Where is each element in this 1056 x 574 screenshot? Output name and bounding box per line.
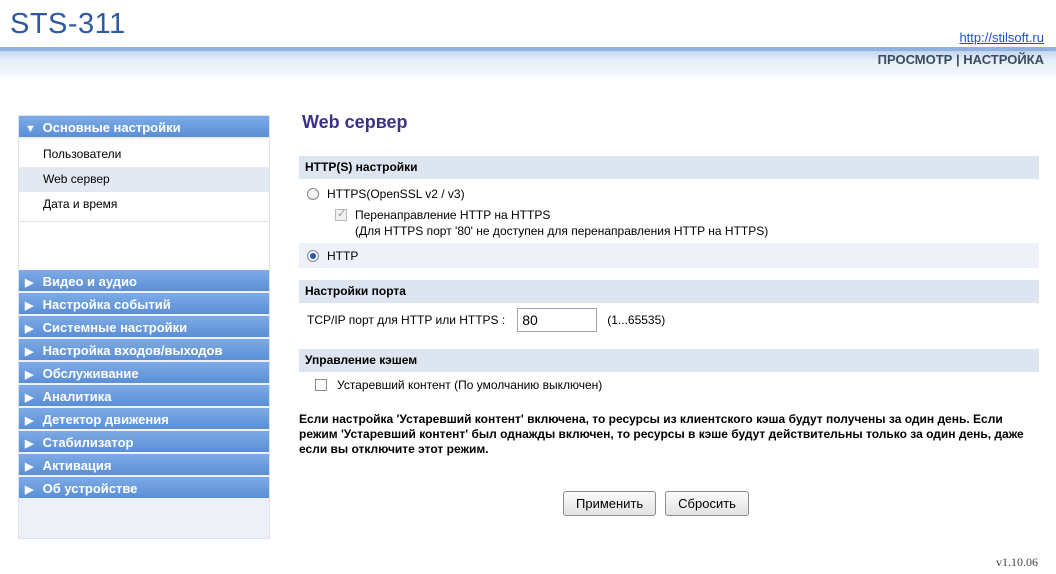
site-link[interactable]: http://stilsoft.ru: [959, 30, 1044, 45]
sidebar-section-label: Аналитика: [42, 389, 112, 404]
redirect-label: Перенаправление HTTP на HTTPS: [355, 208, 551, 222]
triangle-right-icon: ▶: [25, 415, 34, 427]
stale-content-label: Устаревший контент (По умолчанию выключе…: [337, 378, 603, 392]
stale-content-row: Устаревший контент (По умолчанию выключе…: [299, 372, 1039, 398]
sidebar-section-stabilizer[interactable]: ▶ Стабилизатор: [19, 431, 269, 454]
sidebar-section-about[interactable]: ▶ Об устройстве: [19, 477, 269, 500]
triangle-right-icon: ▶: [25, 461, 34, 473]
action-buttons: Применить Сбросить: [299, 491, 1039, 516]
redirect-row: Перенаправление HTTP на HTTPS: [299, 206, 1039, 224]
sidebar-section-maintenance[interactable]: ▶ Обслуживание: [19, 362, 269, 385]
sidebar-section-label: Стабилизатор: [42, 435, 134, 450]
triangle-down-icon: ▼: [25, 123, 36, 135]
http-option-row: HTTP: [299, 243, 1039, 268]
sidebar-section-analytics[interactable]: ▶ Аналитика: [19, 385, 269, 408]
nav-separator: |: [955, 52, 960, 67]
page-title: Web сервер: [302, 112, 408, 132]
stale-content-checkbox[interactable]: [315, 379, 327, 391]
https-radio[interactable]: [307, 188, 319, 200]
sidebar-section-main-settings[interactable]: ▼ Основные настройки: [19, 116, 269, 139]
sidebar-section-label: Активация: [42, 458, 112, 473]
sidebar-section-label: Детектор движения: [42, 412, 169, 427]
port-settings-header: Настройки порта: [299, 280, 1039, 303]
triangle-right-icon: ▶: [25, 369, 34, 381]
cache-settings-header: Управление кэшем: [299, 349, 1039, 372]
app-title: STS-311: [10, 8, 126, 40]
sidebar-section-motion-detector[interactable]: ▶ Детектор движения: [19, 408, 269, 431]
https-settings-header: HTTP(S) настройки: [299, 156, 1039, 179]
sidebar-item-web-server[interactable]: Web сервер: [19, 167, 269, 192]
sidebar-section-label: Основные настройки: [42, 120, 181, 135]
triangle-right-icon: ▶: [25, 484, 34, 496]
redirect-note: (Для HTTPS порт '80' не доступен для пер…: [355, 224, 769, 238]
https-option-row: HTTPS(OpenSSL v2 / v3): [299, 182, 1039, 206]
sidebar-section-io[interactable]: ▶ Настройка входов/выходов: [19, 339, 269, 362]
sidebar-section-events[interactable]: ▶ Настройка событий: [19, 293, 269, 316]
triangle-right-icon: ▶: [25, 300, 34, 312]
reset-button[interactable]: Сбросить: [665, 491, 749, 516]
nav-settings-link[interactable]: НАСТРОЙКА: [963, 52, 1044, 67]
sidebar-section-label: Системные настройки: [42, 320, 188, 335]
sidebar-section-activation[interactable]: ▶ Активация: [19, 454, 269, 477]
main-content: Web сервер HTTP(S) настройки HTTPS(OpenS…: [299, 112, 1039, 516]
sidebar: ▼ Основные настройки Пользователи Web се…: [18, 115, 270, 539]
triangle-right-icon: ▶: [25, 346, 34, 358]
sidebar-spacer: [19, 222, 269, 270]
sidebar-section-system[interactable]: ▶ Системные настройки: [19, 316, 269, 339]
triangle-right-icon: ▶: [25, 392, 34, 404]
mode-nav: ПРОСМОТР | НАСТРОЙКА: [878, 52, 1044, 67]
sidebar-section-label: Видео и аудио: [42, 274, 137, 289]
http-radio-label: HTTP: [327, 248, 359, 263]
port-input[interactable]: [517, 308, 598, 332]
triangle-right-icon: ▶: [25, 438, 34, 450]
sidebar-section-label: Об устройстве: [42, 481, 138, 496]
sidebar-item-users[interactable]: Пользователи: [19, 142, 269, 167]
sidebar-item-date-time[interactable]: Дата и время: [19, 192, 269, 217]
port-range-hint: (1...65535): [607, 313, 666, 327]
redirect-checkbox[interactable]: [335, 207, 347, 221]
port-label: TCP/IP порт для HTTP или HTTPS :: [307, 313, 506, 327]
sidebar-section-video-audio[interactable]: ▶ Видео и аудио: [19, 270, 269, 293]
port-row: TCP/IP порт для HTTP или HTTPS : (1...65…: [299, 303, 1039, 337]
triangle-right-icon: ▶: [25, 323, 34, 335]
cache-description: Если настройка 'Устаревший контент' вклю…: [299, 412, 1024, 456]
sidebar-section-label: Настройка входов/выходов: [42, 343, 223, 358]
apply-button[interactable]: Применить: [563, 491, 657, 516]
triangle-right-icon: ▶: [25, 277, 34, 289]
sidebar-subitems: Пользователи Web сервер Дата и время: [19, 139, 269, 222]
nav-view-link[interactable]: ПРОСМОТР: [878, 52, 953, 67]
sidebar-section-label: Настройка событий: [42, 297, 171, 312]
https-radio-label: HTTPS(OpenSSL v2 / v3): [327, 187, 465, 201]
http-radio[interactable]: [307, 249, 319, 262]
sidebar-section-label: Обслуживание: [42, 366, 139, 381]
version-label: v1.10.06: [996, 555, 1038, 569]
